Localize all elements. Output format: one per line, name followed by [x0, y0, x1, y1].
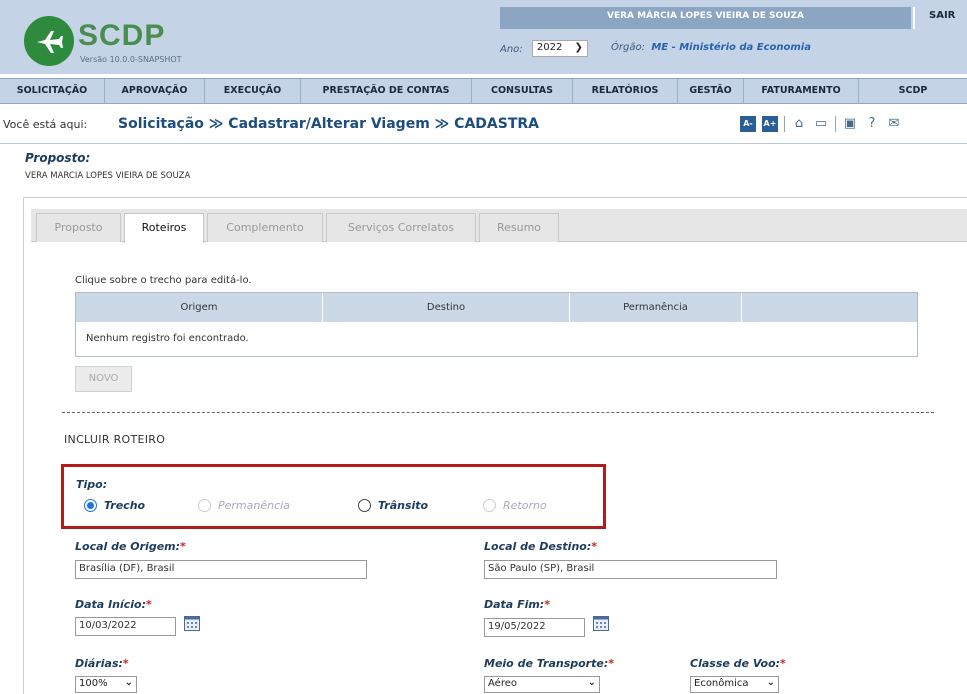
chevron-down-icon: ⌄ [124, 677, 133, 688]
help-icon[interactable]: ? [864, 116, 880, 132]
origem-label: Local de Origem:* [75, 540, 186, 553]
user-name-bar: VERA MÁRCIA LOPES VIEIRA DE SOUZA [500, 7, 911, 29]
proposto-name: VERA MARCIA LOPES VIEIRA DE SOUZA [25, 171, 191, 181]
radio-trecho[interactable]: Trecho [84, 499, 145, 512]
data-fim-label: Data Fim:* [484, 598, 550, 611]
radio-label-retorno: Retorno [503, 499, 547, 512]
destino-label: Local de Destino:* [484, 540, 597, 553]
breadcrumb-prefix: Você está aqui: [3, 118, 88, 131]
tab-resumo[interactable]: Resumo [479, 213, 559, 242]
app-title: SCDP [78, 19, 166, 52]
tipo-label: Tipo: [76, 478, 108, 491]
breadcrumb: Você está aqui: Solicitação ≫ Cadastrar/… [0, 112, 967, 144]
mail-icon[interactable]: ✉ [886, 116, 902, 132]
column-header-destino[interactable]: Destino [323, 293, 570, 322]
home-icon[interactable]: ⌂ [791, 116, 807, 132]
page-tools: A- A+ ⌂ ▭ ▣ ? ✉ [740, 116, 902, 132]
orgao-field: Órgão: ME - Ministério da Economia [611, 42, 811, 53]
font-increase-button[interactable]: A+ [762, 116, 778, 132]
airplane-logo-icon [24, 16, 74, 66]
tipo-highlight-box [61, 464, 606, 529]
diarias-value: 100% [79, 678, 108, 689]
video-icon[interactable]: ▣ [842, 116, 858, 132]
tab-roteiros[interactable]: Roteiros [124, 213, 204, 243]
radio-permanencia: Permanência [198, 499, 290, 512]
section-title: INCLUIR ROTEIRO [64, 433, 166, 446]
origem-input[interactable]: Brasília (DF), Brasil [75, 560, 367, 579]
roteiros-table: Origem Destino Permanência Nenhum regist… [75, 292, 918, 357]
section-divider [62, 412, 934, 413]
ano-field: Ano: 2022 ❯ [500, 40, 588, 57]
calendar-icon[interactable] [593, 615, 609, 631]
empty-message: Nenhum registro foi encontrado. [86, 333, 249, 344]
data-inicio-label: Data Início:* [75, 598, 152, 611]
app-version: Versão 10.0.0-SNAPSHOT [80, 55, 182, 64]
menu-item-prestacao-de-contas[interactable]: PRESTAÇÃO DE CONTAS [301, 79, 472, 103]
logout-button[interactable]: SAIR [913, 7, 967, 29]
menu-item-execucao[interactable]: EXECUÇÃO [205, 79, 301, 103]
tools-divider [835, 116, 836, 132]
ano-value: 2022 [536, 42, 563, 53]
chevron-down-icon: ⌄ [766, 677, 775, 688]
radio-unselected-icon [358, 499, 371, 512]
table-header: Origem Destino Permanência [76, 293, 917, 322]
chevron-down-icon: ⌄ [587, 677, 596, 688]
tab-servicos-correlatos[interactable]: Serviços Correlatos [326, 213, 476, 242]
destino-input[interactable]: São Paulo (SP), Brasil [484, 560, 777, 579]
column-header-origem[interactable]: Origem [76, 293, 323, 322]
tab-complemento[interactable]: Complemento [207, 213, 323, 242]
classe-voo-select[interactable]: Econômica ⌄ [690, 676, 779, 693]
diarias-select[interactable]: 100% ⌄ [75, 676, 137, 693]
menu-item-consultas[interactable]: CONSULTAS [472, 79, 573, 103]
menu-item-solicitacao[interactable]: SOLICITAÇÃO [0, 79, 105, 103]
diarias-label: Diárias:* [75, 657, 129, 670]
radio-selected-icon [84, 499, 97, 512]
menu-item-relatorios[interactable]: RELATÓRIOS [573, 79, 678, 103]
column-header-permanencia[interactable]: Permanência [570, 293, 742, 322]
column-header-actions [742, 293, 917, 322]
meio-transporte-label: Meio de Transporte:* [484, 657, 614, 670]
meio-transporte-select[interactable]: Aéreo ⌄ [484, 676, 600, 693]
tools-divider [784, 116, 785, 132]
classe-voo-value: Econômica [694, 678, 749, 689]
ano-label: Ano: [500, 43, 523, 55]
orgao-label: Órgão: [611, 42, 645, 53]
tab-proposto[interactable]: Proposto [36, 213, 121, 242]
radio-transito[interactable]: Trânsito [358, 499, 428, 512]
ano-select[interactable]: 2022 ❯ [531, 40, 588, 57]
chevron-down-icon: ❯ [574, 42, 583, 53]
proposto-label: Proposto: [25, 151, 91, 165]
classe-voo-label: Classe de Voo:* [690, 657, 786, 670]
radio-label-trecho: Trecho [104, 499, 146, 512]
font-decrease-button[interactable]: A- [740, 116, 756, 132]
radio-disabled-icon [483, 499, 496, 512]
breadcrumb-path: Solicitação ≫ Cadastrar/Alterar Viagem ≫… [118, 116, 539, 132]
menu-item-faturamento[interactable]: FATURAMENTO [744, 79, 859, 103]
novo-button[interactable]: NOVO [75, 366, 132, 392]
grid-hint: Clique sobre o trecho para editá-lo. [75, 275, 252, 286]
calendar-icon[interactable] [184, 615, 200, 631]
main-menu: SOLICITAÇÃO APROVAÇÃO EXECUÇÃO PRESTAÇÃO… [0, 78, 967, 104]
app-root: SCDP Versão 10.0.0-SNAPSHOT VERA MÁRCIA … [0, 0, 967, 694]
menu-item-gestao[interactable]: GESTÃO [678, 79, 744, 103]
data-fim-input[interactable]: 19/05/2022 [484, 618, 585, 637]
radio-label-permanencia: Permanência [218, 499, 290, 512]
app-header: SCDP Versão 10.0.0-SNAPSHOT VERA MÁRCIA … [0, 0, 967, 74]
menu-item-scdp[interactable]: SCDP [859, 79, 967, 103]
radio-disabled-icon [198, 499, 211, 512]
radio-label-transito: Trânsito [378, 499, 429, 512]
radio-retorno: Retorno [483, 499, 547, 512]
meio-transporte-value: Aéreo [488, 678, 517, 689]
menu-item-aprovacao[interactable]: APROVAÇÃO [105, 79, 205, 103]
data-inicio-input[interactable]: 10/03/2022 [75, 617, 176, 636]
chat-icon[interactable]: ▭ [813, 116, 829, 132]
orgao-value[interactable]: ME - Ministério da Economia [651, 42, 811, 53]
